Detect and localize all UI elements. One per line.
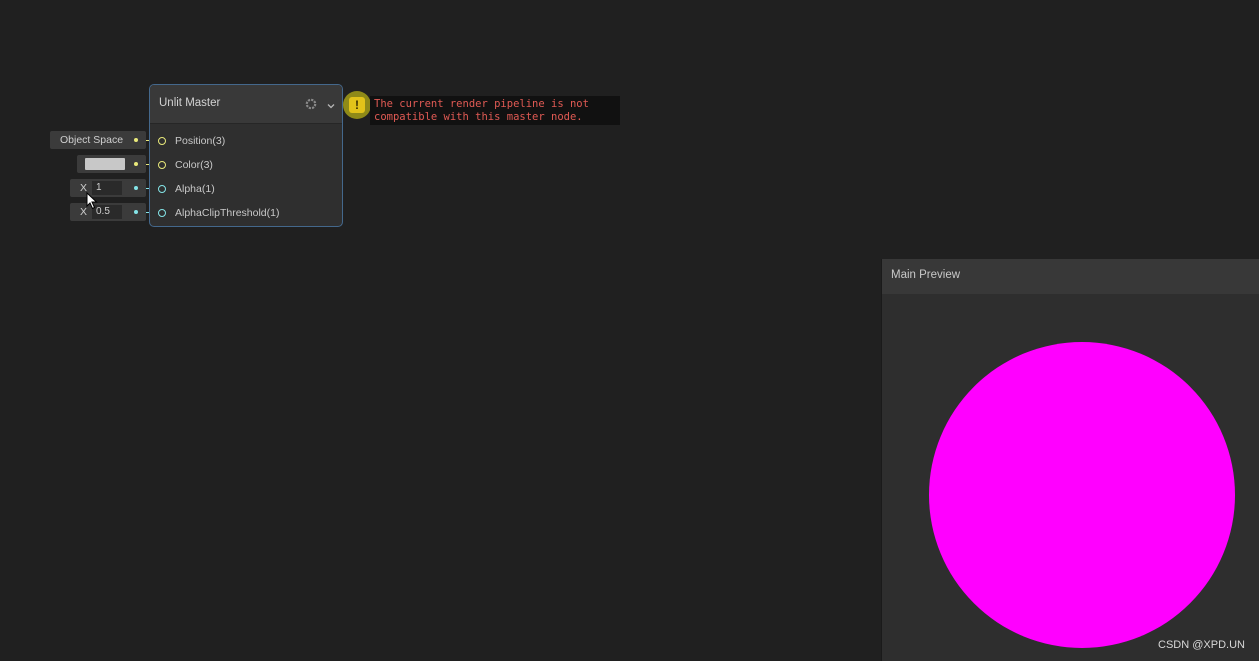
position-space-field[interactable]: Object Space bbox=[50, 131, 146, 149]
warning-badge[interactable]: ! bbox=[343, 91, 371, 119]
position-input-dot bbox=[134, 138, 138, 142]
node-header[interactable]: Unlit Master bbox=[150, 85, 342, 124]
port-alpha-label: Alpha(1) bbox=[175, 183, 215, 195]
mouse-cursor-icon bbox=[86, 191, 98, 215]
preview-header[interactable]: Main Preview bbox=[882, 259, 1259, 294]
port-color-dot[interactable] bbox=[158, 161, 166, 169]
alpha-clip-input-field[interactable]: X 0.5 bbox=[70, 203, 146, 221]
preview-sphere[interactable] bbox=[929, 342, 1235, 648]
alpha-input-field[interactable]: X 1 bbox=[70, 179, 146, 197]
color-swatch[interactable] bbox=[85, 158, 125, 170]
watermark: CSDN @XPD.UN bbox=[1158, 639, 1245, 651]
alpha-input-dot bbox=[134, 186, 138, 190]
port-alpha-dot[interactable] bbox=[158, 185, 166, 193]
preview-title: Main Preview bbox=[891, 269, 961, 281]
port-alpha-clip-threshold-dot[interactable] bbox=[158, 209, 166, 217]
port-color[interactable]: Color(3) bbox=[150, 154, 342, 178]
node-title: Unlit Master bbox=[159, 97, 221, 109]
unlit-master-node[interactable]: Unlit Master Position(3) Color(3) Alpha(… bbox=[149, 84, 343, 227]
port-position[interactable]: Position(3) bbox=[150, 130, 342, 154]
port-color-label: Color(3) bbox=[175, 159, 213, 171]
warning-tooltip: The current render pipeline is not compa… bbox=[370, 96, 620, 125]
main-preview-panel[interactable]: Main Preview bbox=[881, 259, 1259, 661]
chevron-down-icon[interactable] bbox=[326, 98, 336, 116]
port-position-dot[interactable] bbox=[158, 137, 166, 145]
color-input-field[interactable] bbox=[77, 155, 146, 173]
port-position-label: Position(3) bbox=[175, 135, 226, 147]
color-input-dot bbox=[134, 162, 138, 166]
warning-icon: ! bbox=[349, 97, 365, 113]
warning-message: The current render pipeline is not compa… bbox=[374, 98, 589, 123]
port-alpha-clip-threshold[interactable]: AlphaClipThreshold(1) bbox=[150, 202, 342, 226]
port-alpha[interactable]: Alpha(1) bbox=[150, 178, 342, 202]
alpha-clip-input-dot bbox=[134, 210, 138, 214]
port-alpha-clip-threshold-label: AlphaClipThreshold(1) bbox=[175, 207, 280, 219]
gear-icon[interactable] bbox=[305, 97, 317, 115]
position-space-label: Object Space bbox=[60, 134, 124, 146]
